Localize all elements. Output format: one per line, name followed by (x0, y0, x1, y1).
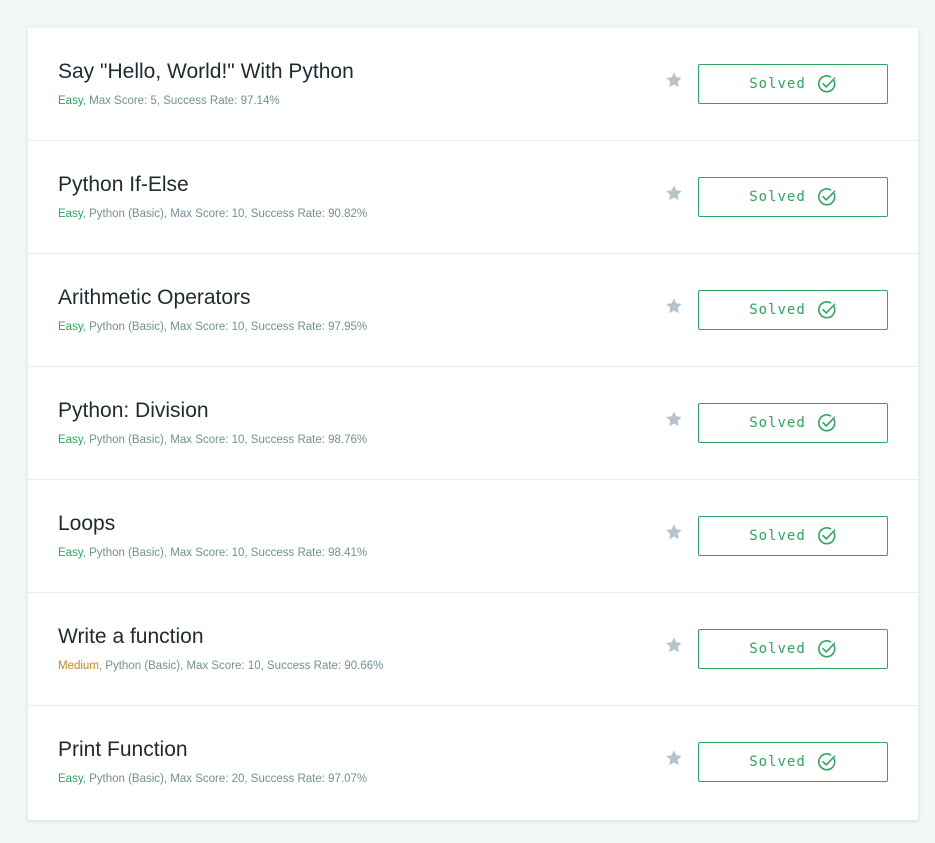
challenge-row: Python If-Else Easy, Python (Basic), Max… (28, 141, 918, 254)
check-circle-icon (817, 753, 836, 771)
difficulty-label: Easy (58, 321, 83, 333)
solved-label: Solved (749, 415, 806, 431)
difficulty-label: Easy (58, 773, 83, 785)
solved-label: Solved (749, 641, 806, 657)
solved-label: Solved (749, 189, 806, 205)
solved-label: Solved (749, 754, 806, 770)
challenge-meta: Easy, Python (Basic), Max Score: 10, Suc… (58, 433, 367, 447)
difficulty-label: Easy (58, 95, 83, 107)
check-circle-icon (817, 640, 836, 658)
star-icon[interactable] (665, 523, 683, 541)
solved-button[interactable]: Solved (698, 516, 888, 556)
challenge-meta: Easy, Python (Basic), Max Score: 10, Suc… (58, 320, 367, 334)
star-icon[interactable] (665, 749, 683, 767)
star-icon[interactable] (665, 184, 683, 202)
challenge-details: , Python (Basic), Max Score: 10, Success… (82, 547, 368, 559)
challenge-title[interactable]: Python: Division (58, 398, 209, 424)
solved-button[interactable]: Solved (698, 742, 888, 782)
challenge-details: , Python (Basic), Max Score: 10, Success… (98, 660, 384, 672)
star-icon[interactable] (665, 297, 683, 315)
difficulty-label: Easy (58, 208, 83, 220)
challenge-list: Say "Hello, World!" With Python Easy, Ma… (28, 28, 918, 820)
challenge-row: Loops Easy, Python (Basic), Max Score: 1… (28, 480, 918, 593)
challenge-meta: Easy, Python (Basic), Max Score: 10, Suc… (58, 546, 367, 560)
solved-button[interactable]: Solved (698, 177, 888, 217)
challenge-details: , Python (Basic), Max Score: 20, Success… (82, 773, 368, 785)
solved-button[interactable]: Solved (698, 64, 888, 104)
difficulty-label: Medium (58, 660, 99, 672)
solved-button[interactable]: Solved (698, 403, 888, 443)
challenge-row: Python: Division Easy, Python (Basic), M… (28, 367, 918, 480)
star-icon[interactable] (665, 71, 683, 89)
challenge-meta: Easy, Max Score: 5, Success Rate: 97.14% (58, 94, 280, 108)
challenge-details: , Max Score: 5, Success Rate: 97.14% (82, 95, 280, 107)
challenge-details: , Python (Basic), Max Score: 10, Success… (82, 208, 368, 220)
challenge-details: , Python (Basic), Max Score: 10, Success… (82, 321, 368, 333)
challenge-meta: Easy, Python (Basic), Max Score: 20, Suc… (58, 772, 367, 786)
challenge-title[interactable]: Write a function (58, 624, 204, 650)
challenge-row: Write a function Medium, Python (Basic),… (28, 593, 918, 706)
challenge-title[interactable]: Print Function (58, 737, 188, 763)
check-circle-icon (817, 414, 836, 432)
check-circle-icon (817, 188, 836, 206)
challenge-title[interactable]: Python If-Else (58, 172, 189, 198)
check-circle-icon (817, 301, 836, 319)
challenge-title[interactable]: Arithmetic Operators (58, 285, 251, 311)
solved-button[interactable]: Solved (698, 629, 888, 669)
solved-button[interactable]: Solved (698, 290, 888, 330)
star-icon[interactable] (665, 636, 683, 654)
challenge-meta: Easy, Python (Basic), Max Score: 10, Suc… (58, 207, 367, 221)
star-icon[interactable] (665, 410, 683, 428)
challenge-details: , Python (Basic), Max Score: 10, Success… (82, 434, 368, 446)
challenge-title[interactable]: Say "Hello, World!" With Python (58, 59, 354, 85)
check-circle-icon (817, 75, 836, 93)
challenge-row: Say "Hello, World!" With Python Easy, Ma… (28, 28, 918, 141)
solved-label: Solved (749, 76, 806, 92)
check-circle-icon (817, 527, 836, 545)
difficulty-label: Easy (58, 547, 83, 559)
difficulty-label: Easy (58, 434, 83, 446)
challenge-row: Arithmetic Operators Easy, Python (Basic… (28, 254, 918, 367)
solved-label: Solved (749, 302, 806, 318)
challenge-meta: Medium, Python (Basic), Max Score: 10, S… (58, 659, 383, 673)
challenge-title[interactable]: Loops (58, 511, 115, 537)
solved-label: Solved (749, 528, 806, 544)
challenge-row: Print Function Easy, Python (Basic), Max… (28, 706, 918, 819)
